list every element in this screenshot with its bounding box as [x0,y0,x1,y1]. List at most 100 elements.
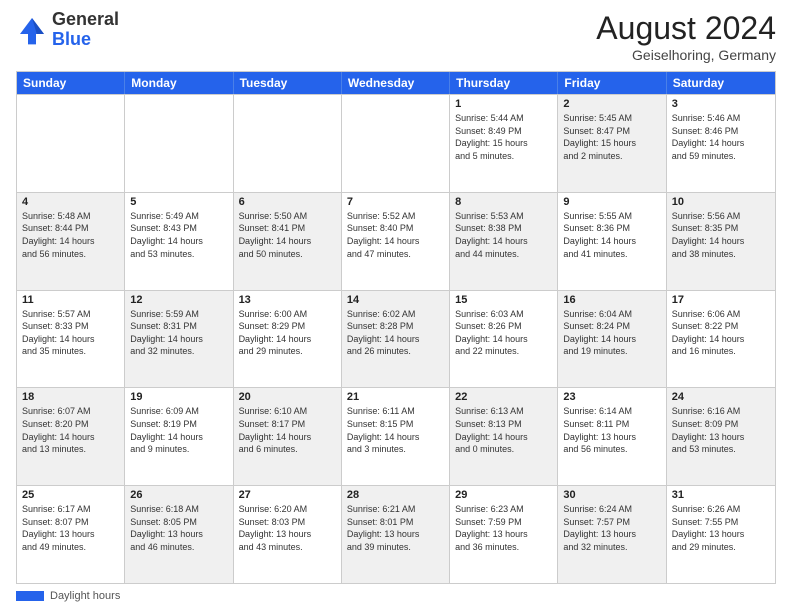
day-cell-9: 9 Sunrise: 5:55 AMSunset: 8:36 PMDaylight… [558,193,666,290]
day-info: Sunrise: 5:55 AMSunset: 8:36 PMDaylight:… [563,210,660,260]
day-number: 27 [239,489,336,501]
day-info: Sunrise: 6:23 AMSunset: 7:59 PMDaylight:… [455,503,552,553]
day-cell-14: 14 Sunrise: 6:02 AMSunset: 8:28 PMDayligh… [342,291,450,388]
day-cell-8: 8 Sunrise: 5:53 AMSunset: 8:38 PMDaylight… [450,193,558,290]
day-number: 9 [563,196,660,208]
day-info: Sunrise: 6:20 AMSunset: 8:03 PMDaylight:… [239,503,336,553]
day-info: Sunrise: 6:09 AMSunset: 8:19 PMDaylight:… [130,405,227,455]
day-number: 14 [347,294,444,306]
weekday-header-monday: Monday [125,72,233,94]
day-number: 6 [239,196,336,208]
day-cell-29: 29 Sunrise: 6:23 AMSunset: 7:59 PMDayligh… [450,486,558,583]
day-info: Sunrise: 5:50 AMSunset: 8:41 PMDaylight:… [239,210,336,260]
day-cell-19: 19 Sunrise: 6:09 AMSunset: 8:19 PMDayligh… [125,388,233,485]
calendar-row-5: 25Sunrise: 6:17 AMSunset: 8:07 PMDayligh… [17,485,775,583]
day-info: Sunrise: 6:13 AMSunset: 8:13 PMDaylight:… [455,405,552,455]
weekday-header-saturday: Saturday [667,72,775,94]
header: General Blue August 2024 Geiselhoring, G… [16,10,776,63]
legend-bar [16,591,44,601]
day-number: 11 [22,294,119,306]
day-cell-18: 18 Sunrise: 6:07 AMSunset: 8:20 PMDayligh… [17,388,125,485]
location: Geiselhoring, Germany [596,47,776,63]
day-cell-6: 6 Sunrise: 5:50 AMSunset: 8:41 PMDaylight… [234,193,342,290]
day-number: 19 [130,391,227,403]
day-cell-24: 24Sunrise: 6:16 AMSunset: 8:09 PMDayligh… [667,388,775,485]
day-info: Sunrise: 6:00 AMSunset: 8:29 PMDaylight:… [239,308,336,358]
day-info: Sunrise: 5:49 AMSunset: 8:43 PMDaylight:… [130,210,227,260]
day-number: 30 [563,489,660,501]
day-info: Sunrise: 6:14 AMSunset: 8:11 PMDaylight:… [563,405,660,455]
day-info: Sunrise: 6:10 AMSunset: 8:17 PMDaylight:… [239,405,336,455]
day-cell-23: 23 Sunrise: 6:14 AMSunset: 8:11 PMDayligh… [558,388,666,485]
logo-text: General Blue [52,10,119,50]
day-cell-1: 1 Sunrise: 5:44 AMSunset: 8:49 PMDaylight… [450,95,558,192]
weekday-header-thursday: Thursday [450,72,558,94]
day-info: Sunrise: 6:11 AMSunset: 8:15 PMDaylight:… [347,405,444,455]
logo-blue: Blue [52,29,91,49]
day-number: 23 [563,391,660,403]
day-number: 12 [130,294,227,306]
day-info: Sunrise: 5:48 AMSunset: 8:44 PMDaylight:… [22,210,119,260]
day-info: Sunrise: 6:17 AMSunset: 8:07 PMDaylight:… [22,503,119,553]
day-cell-3: 3Sunrise: 5:46 AMSunset: 8:46 PMDaylight… [667,95,775,192]
empty-cell-0-0 [17,95,125,192]
empty-cell-0-1 [125,95,233,192]
day-info: Sunrise: 6:06 AMSunset: 8:22 PMDaylight:… [672,308,770,358]
day-cell-25: 25Sunrise: 6:17 AMSunset: 8:07 PMDayligh… [17,486,125,583]
day-info: Sunrise: 5:53 AMSunset: 8:38 PMDaylight:… [455,210,552,260]
day-cell-20: 20 Sunrise: 6:10 AMSunset: 8:17 PMDayligh… [234,388,342,485]
day-number: 13 [239,294,336,306]
day-number: 3 [672,98,770,110]
calendar-body: 1 Sunrise: 5:44 AMSunset: 8:49 PMDaylight… [17,94,775,583]
day-info: Sunrise: 5:57 AMSunset: 8:33 PMDaylight:… [22,308,119,358]
calendar: SundayMondayTuesdayWednesdayThursdayFrid… [16,71,776,584]
day-cell-17: 17 Sunrise: 6:06 AMSunset: 8:22 PMDayligh… [667,291,775,388]
day-number: 22 [455,391,552,403]
day-cell-15: 15Sunrise: 6:03 AMSunset: 8:26 PMDayligh… [450,291,558,388]
month-year: August 2024 [596,10,776,47]
title-block: August 2024 Geiselhoring, Germany [596,10,776,63]
calendar-row-1: 1 Sunrise: 5:44 AMSunset: 8:49 PMDaylight… [17,94,775,192]
day-info: Sunrise: 6:02 AMSunset: 8:28 PMDaylight:… [347,308,444,358]
weekday-header-tuesday: Tuesday [234,72,342,94]
logo: General Blue [16,10,119,50]
day-cell-16: 16Sunrise: 6:04 AMSunset: 8:24 PMDayligh… [558,291,666,388]
weekday-header-friday: Friday [558,72,666,94]
calendar-row-3: 11 Sunrise: 5:57 AMSunset: 8:33 PMDayligh… [17,290,775,388]
calendar-header: SundayMondayTuesdayWednesdayThursdayFrid… [17,72,775,94]
day-cell-31: 31 Sunrise: 6:26 AMSunset: 7:55 PMDayligh… [667,486,775,583]
empty-cell-0-3 [342,95,450,192]
day-cell-28: 28Sunrise: 6:21 AMSunset: 8:01 PMDayligh… [342,486,450,583]
day-cell-12: 12 Sunrise: 5:59 AMSunset: 8:31 PMDayligh… [125,291,233,388]
day-info: Sunrise: 5:52 AMSunset: 8:40 PMDaylight:… [347,210,444,260]
day-number: 17 [672,294,770,306]
day-info: Sunrise: 5:59 AMSunset: 8:31 PMDaylight:… [130,308,227,358]
page: General Blue August 2024 Geiselhoring, G… [0,0,792,612]
day-cell-5: 5Sunrise: 5:49 AMSunset: 8:43 PMDaylight… [125,193,233,290]
day-cell-2: 2Sunrise: 5:45 AMSunset: 8:47 PMDaylight… [558,95,666,192]
day-number: 16 [563,294,660,306]
day-cell-27: 27 Sunrise: 6:20 AMSunset: 8:03 PMDayligh… [234,486,342,583]
logo-general: General [52,9,119,29]
day-info: Sunrise: 6:07 AMSunset: 8:20 PMDaylight:… [22,405,119,455]
empty-cell-0-2 [234,95,342,192]
day-number: 20 [239,391,336,403]
day-number: 21 [347,391,444,403]
day-number: 18 [22,391,119,403]
day-cell-4: 4Sunrise: 5:48 AMSunset: 8:44 PMDaylight… [17,193,125,290]
legend-label: Daylight hours [50,590,120,602]
footer: Daylight hours [16,590,776,602]
day-info: Sunrise: 6:26 AMSunset: 7:55 PMDaylight:… [672,503,770,553]
day-number: 1 [455,98,552,110]
day-info: Sunrise: 5:44 AMSunset: 8:49 PMDaylight:… [455,112,552,162]
weekday-header-sunday: Sunday [17,72,125,94]
day-number: 31 [672,489,770,501]
day-cell-11: 11 Sunrise: 5:57 AMSunset: 8:33 PMDayligh… [17,291,125,388]
day-number: 29 [455,489,552,501]
day-number: 8 [455,196,552,208]
day-info: Sunrise: 6:03 AMSunset: 8:26 PMDaylight:… [455,308,552,358]
day-number: 7 [347,196,444,208]
day-cell-21: 21 Sunrise: 6:11 AMSunset: 8:15 PMDayligh… [342,388,450,485]
weekday-header-wednesday: Wednesday [342,72,450,94]
day-number: 2 [563,98,660,110]
